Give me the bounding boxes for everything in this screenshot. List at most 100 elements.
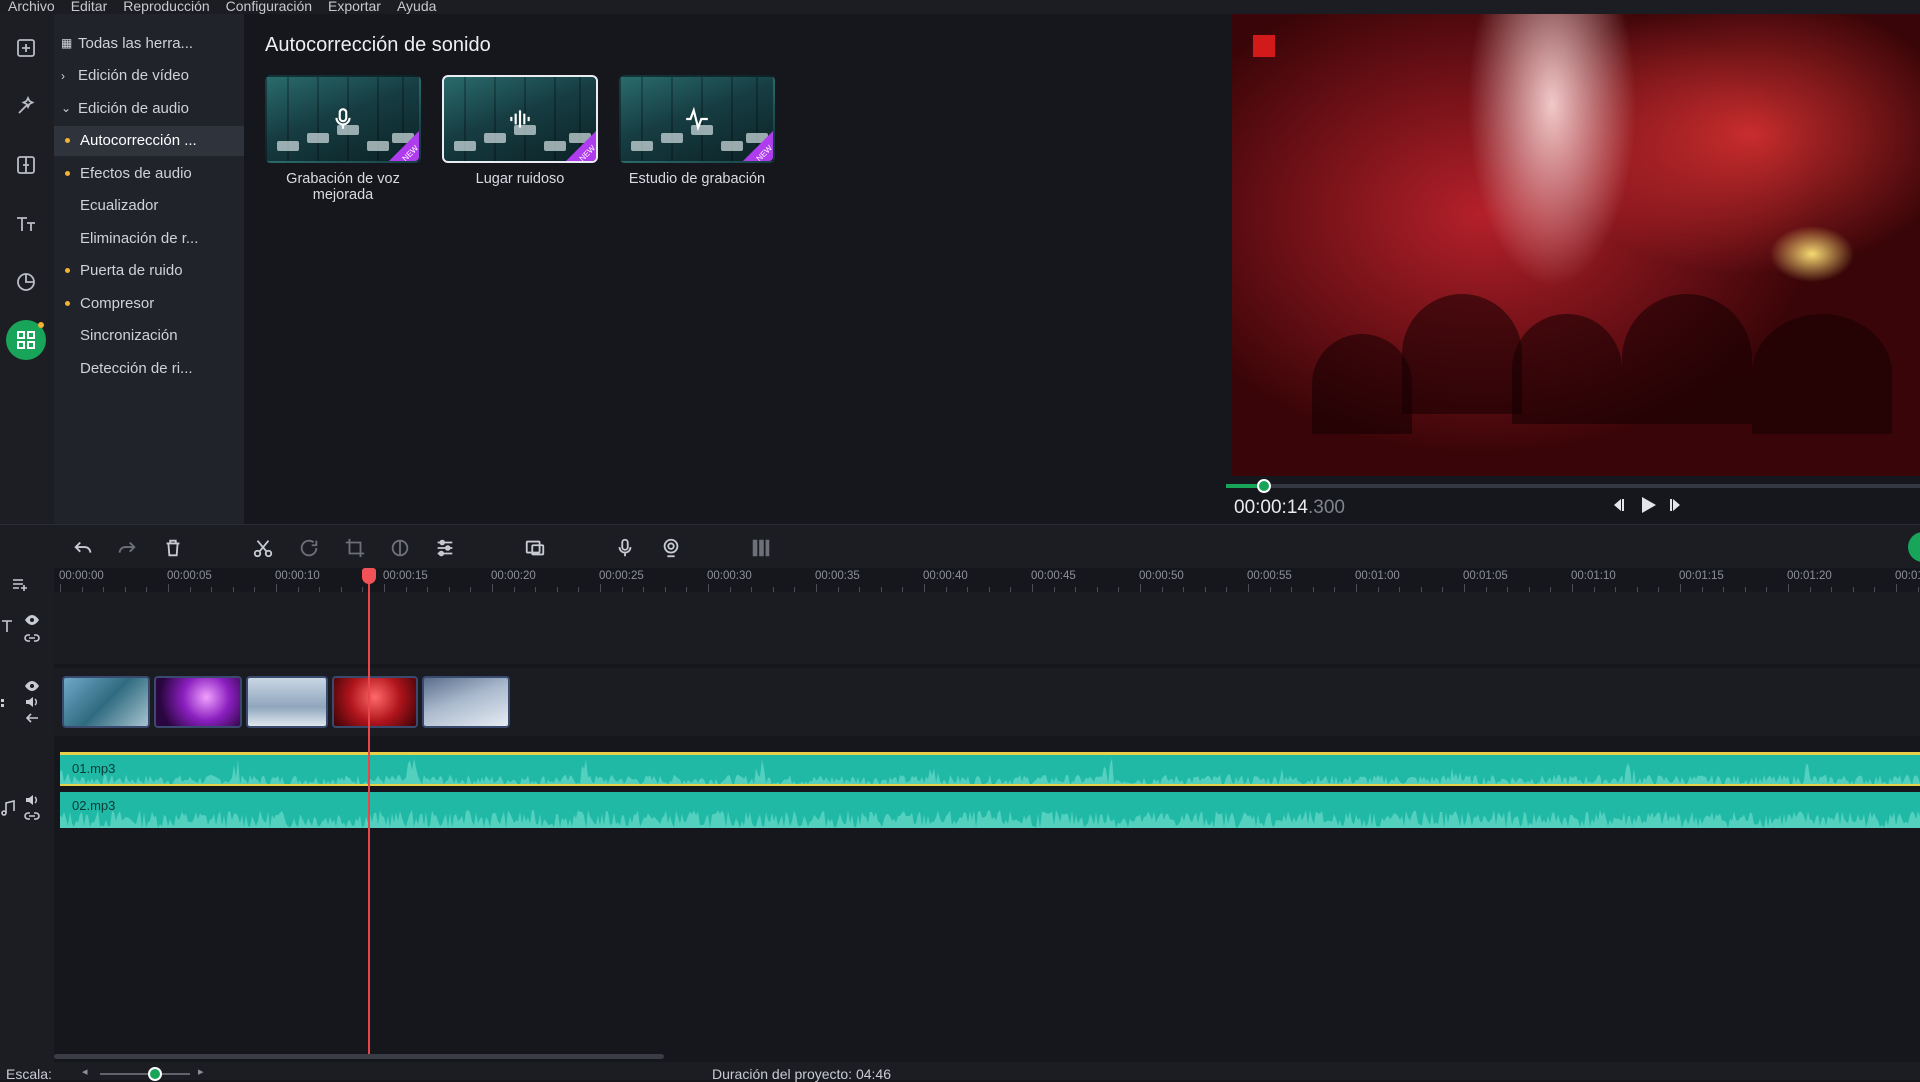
clip-properties-icon[interactable] bbox=[432, 535, 458, 561]
delete-icon[interactable] bbox=[160, 535, 186, 561]
play-icon[interactable] bbox=[1638, 495, 1658, 520]
tree-item-label: Autocorrección ... bbox=[80, 132, 197, 149]
audio-clip-label: 02.mp3 bbox=[72, 798, 116, 813]
video-clip[interactable] bbox=[422, 676, 510, 728]
video-preview[interactable] bbox=[1232, 14, 1920, 476]
effect-thumbnail[interactable]: NEW bbox=[442, 75, 598, 163]
video-clip[interactable] bbox=[332, 676, 418, 728]
link-icon[interactable] bbox=[24, 630, 40, 649]
menu-configuracion[interactable]: Configuración bbox=[218, 0, 320, 14]
scale-slider-handle[interactable] bbox=[148, 1067, 162, 1081]
ruler-tick bbox=[1032, 584, 1033, 592]
overlay-icon[interactable] bbox=[522, 535, 548, 561]
effect-thumbnail[interactable]: NEW bbox=[265, 75, 421, 163]
audio-clip-01[interactable]: 01.mp3 bbox=[60, 752, 1920, 786]
tools-tree: ▦ Todas las herra... › Edición de vídeo ⌄ Edi… bbox=[54, 14, 244, 524]
crowd-silhouette bbox=[1512, 314, 1622, 424]
ruler-label: 00:01:20 bbox=[1787, 570, 1832, 582]
tree-item[interactable]: Puerta de ruido bbox=[54, 256, 244, 286]
tree-item-label: Edición de vídeo bbox=[78, 67, 189, 84]
webcam-icon[interactable] bbox=[658, 535, 684, 561]
microphone-icon bbox=[329, 105, 357, 133]
zoom-in-icon[interactable]: ▸ bbox=[198, 1065, 204, 1078]
ruler-label: 00:00:45 bbox=[1031, 570, 1076, 582]
crop-icon[interactable] bbox=[342, 535, 368, 561]
magic-wand-icon[interactable] bbox=[6, 86, 46, 126]
effect-card[interactable]: NEW Lugar ruidoso bbox=[442, 75, 598, 187]
ruler-label: 00:00:30 bbox=[707, 570, 752, 582]
titles-icon[interactable] bbox=[6, 204, 46, 244]
new-dot-icon bbox=[65, 300, 70, 306]
transitions-icon[interactable] bbox=[6, 145, 46, 185]
audio-clip-02[interactable]: 02.mp3 bbox=[60, 792, 1920, 828]
link-icon[interactable] bbox=[24, 808, 40, 827]
ruler-tick bbox=[1680, 584, 1681, 592]
seek-bar[interactable] bbox=[1226, 479, 1920, 493]
split-view-icon[interactable] bbox=[748, 535, 774, 561]
effect-thumbnail[interactable]: NEW bbox=[619, 75, 775, 163]
ruler-label: 00:00:10 bbox=[275, 570, 320, 582]
add-track-icon[interactable] bbox=[12, 576, 28, 595]
tree-item[interactable]: Compresor bbox=[54, 288, 244, 318]
video-clip[interactable] bbox=[62, 676, 150, 728]
new-badge: NEW bbox=[743, 131, 773, 161]
video-clip[interactable] bbox=[246, 676, 328, 728]
tree-item[interactable]: Efectos de audio bbox=[54, 158, 244, 188]
effect-card[interactable]: NEW Estudio de grabación bbox=[619, 75, 775, 187]
chevron-down-icon: ⌄ bbox=[61, 101, 72, 115]
ruler-label: 00:01:10 bbox=[1571, 570, 1616, 582]
microphone-icon[interactable] bbox=[612, 535, 638, 561]
step-back-icon[interactable] bbox=[1610, 496, 1628, 519]
menu-editar[interactable]: Editar bbox=[63, 0, 116, 14]
playhead-line[interactable] bbox=[368, 568, 370, 1056]
video-clip[interactable] bbox=[154, 676, 242, 728]
tree-item-label: Todas las herra... bbox=[78, 34, 194, 52]
arrow-left-icon[interactable] bbox=[24, 710, 40, 729]
audio-clip-label: 01.mp3 bbox=[72, 761, 116, 776]
waveform bbox=[60, 758, 1920, 784]
redo-icon[interactable] bbox=[114, 535, 140, 561]
tool-rail bbox=[0, 14, 54, 524]
waveform bbox=[60, 810, 1920, 828]
tree-item[interactable]: Eliminación de r... bbox=[54, 223, 244, 253]
stickers-icon[interactable] bbox=[6, 262, 46, 302]
cut-icon[interactable] bbox=[250, 535, 276, 561]
ruler-tick bbox=[1140, 584, 1141, 592]
rotate-icon[interactable] bbox=[296, 535, 322, 561]
effect-card[interactable]: NEW Grabación de voz mejorada bbox=[265, 75, 421, 203]
tree-item[interactable]: Detección de ri... bbox=[54, 353, 244, 383]
ruler-tick bbox=[384, 584, 385, 592]
color-adjust-icon[interactable] bbox=[387, 535, 413, 561]
ruler-tick bbox=[816, 584, 817, 592]
undo-icon[interactable] bbox=[70, 535, 96, 561]
tree-item[interactable]: Ecualizador bbox=[54, 191, 244, 221]
crowd-silhouette bbox=[1312, 334, 1412, 434]
tree-item[interactable]: ▦ Todas las herra... bbox=[54, 28, 244, 58]
fader-knob bbox=[454, 141, 476, 151]
effect-label: Lugar ruidoso bbox=[475, 171, 565, 187]
seek-handle[interactable] bbox=[1257, 479, 1272, 493]
ruler-tick bbox=[924, 584, 925, 592]
menu-exportar[interactable]: Exportar bbox=[320, 0, 389, 14]
tree-item[interactable]: ⌄ Edición de audio bbox=[54, 93, 244, 123]
horizontal-scrollbar[interactable] bbox=[54, 1054, 664, 1059]
fader-knob bbox=[484, 133, 506, 143]
timeline-toolbar bbox=[0, 524, 1920, 568]
more-tools-icon[interactable] bbox=[6, 320, 46, 360]
menu-reproduccion[interactable]: Reproducción bbox=[115, 0, 217, 14]
eye-icon[interactable] bbox=[24, 612, 40, 631]
import-icon[interactable] bbox=[6, 28, 46, 68]
timeline-ruler[interactable]: 00:00:00 00:00:05 00:00:10 00:00:15 00:00:20… bbox=[54, 568, 1920, 592]
menu-ayuda[interactable]: Ayuda bbox=[389, 0, 444, 14]
text-track[interactable] bbox=[54, 592, 1920, 664]
playhead-handle[interactable] bbox=[362, 568, 376, 584]
tree-item[interactable]: Sincronización bbox=[54, 321, 244, 351]
fader-knob bbox=[661, 133, 683, 143]
menu-archivo[interactable]: Archivo bbox=[0, 0, 63, 14]
step-forward-icon[interactable] bbox=[1666, 496, 1684, 519]
tree-item[interactable]: Autocorrección ... bbox=[54, 125, 244, 156]
new-dot-icon bbox=[65, 138, 70, 143]
tree-item[interactable]: › Edición de vídeo bbox=[54, 61, 244, 91]
scale-slider[interactable] bbox=[100, 1073, 190, 1075]
zoom-out-icon[interactable]: ◂ bbox=[82, 1065, 88, 1078]
